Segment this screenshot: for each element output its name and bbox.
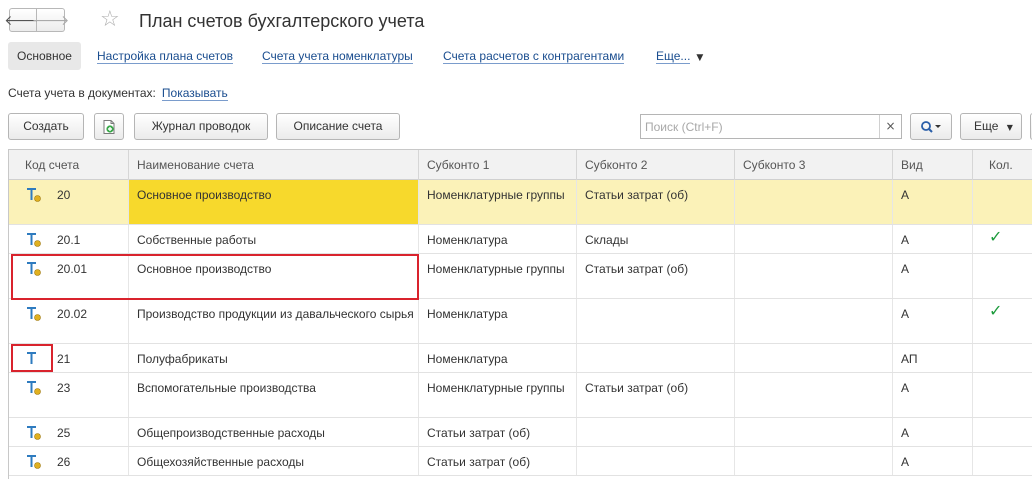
cell-sub1: Статьи затрат (об) [419, 418, 577, 446]
account-group-icon [27, 426, 41, 440]
tab-chart-settings-label: Настройка плана счетов [97, 49, 234, 64]
account-group-icon [27, 381, 41, 395]
page-title: План счетов бухгалтерского учета [139, 11, 425, 31]
cell-name: Общепроизводственные расходы [129, 418, 419, 446]
cell-sub2 [577, 299, 735, 343]
toolbar: Создать Журнал проводок Описание счета ×… [0, 113, 1032, 141]
cell-sub3 [735, 180, 893, 224]
cell-kind: АП [893, 344, 973, 372]
col-name[interactable]: Наименование счета [129, 150, 419, 180]
forward-button[interactable]: 🡒 [32, 8, 69, 32]
cell-kind: А [893, 180, 973, 224]
cell-sub3 [735, 418, 893, 446]
cell-name: Собственные работы [129, 225, 419, 253]
account-group-icon [27, 455, 41, 469]
cell-kind: А [893, 447, 973, 475]
check-icon: ✓ [989, 301, 1003, 320]
table-row[interactable]: 20.1 Собственные работы Номенклатура Склады… [9, 225, 1032, 254]
cell-sub2 [577, 344, 735, 372]
check-icon: ✓ [989, 227, 1003, 246]
cell-sub3 [735, 225, 893, 253]
cell-kind: А [893, 418, 973, 446]
tab-item-accounts-label: Счета учета номенклатуры [262, 49, 413, 64]
cell-sub3 [735, 299, 893, 343]
search-input[interactable] [641, 115, 879, 138]
favorite-star-icon[interactable]: ☆ [100, 8, 120, 32]
clear-icon[interactable]: × [879, 115, 901, 138]
col-qty[interactable]: Кол. [973, 150, 1032, 180]
doc-accounts-show-link[interactable]: Показывать [161, 86, 228, 101]
tab-counterparty-accounts-label: Счета расчетов с контрагентами [443, 49, 625, 64]
cell-sub2: Статьи затрат (об) [577, 373, 735, 417]
cell-name: Производство продукции из давальческого … [129, 299, 419, 343]
cell-sub3 [735, 254, 893, 298]
col-code[interactable]: Код счета [9, 150, 129, 180]
journal-entries-button[interactable]: Журнал проводок [134, 113, 268, 140]
arrow-right-icon: 🡒 [31, 12, 70, 29]
table-row[interactable]: 25 Общепроизводственные расходы Статьи зат… [9, 418, 1032, 447]
highlight-box-icon [11, 344, 53, 372]
cell-sub2 [577, 447, 735, 475]
cell-sub1: Номенклатура [419, 299, 577, 343]
copy-add-icon [103, 120, 115, 134]
cell-sub3 [735, 344, 893, 372]
cell-sub3 [735, 373, 893, 417]
cell-kind: А [893, 254, 973, 298]
col-subconto3[interactable]: Субконто 3 [735, 150, 893, 180]
account-group-icon [27, 233, 41, 247]
table-header: Код счета Наименование счета Субконто 1 … [9, 150, 1032, 180]
table-row[interactable]: 23 Вспомогательные производства Номенклату… [9, 373, 1032, 418]
chevron-down-icon: ▼ [696, 53, 704, 63]
search-icon [921, 121, 941, 133]
tab-counterparty-accounts[interactable]: Счета расчетов с контрагентами [443, 42, 625, 70]
tab-main[interactable]: Основное [8, 42, 81, 70]
col-kind[interactable]: Вид [893, 150, 973, 180]
tab-more[interactable]: Еще... ▼ [656, 42, 703, 70]
cell-name: Вспомогательные производства [129, 373, 419, 417]
doc-accounts-line: Счета учета в документах: Показывать [8, 86, 228, 101]
tab-chart-settings[interactable]: Настройка плана счетов [97, 42, 234, 70]
section-tabs: Основное Настройка плана счетов Счета уч… [0, 42, 1032, 72]
col-subconto2[interactable]: Субконто 2 [577, 150, 735, 180]
cell-sub1: Номенклатурные группы [419, 254, 577, 298]
more-button[interactable]: Еще ▼ [960, 113, 1022, 140]
cell-sub2: Статьи затрат (об) [577, 180, 735, 224]
cell-name: Основное производство [129, 180, 419, 224]
account-description-button[interactable]: Описание счета [276, 113, 400, 140]
cell-sub1: Статьи затрат (об) [419, 447, 577, 475]
cell-sub2 [577, 418, 735, 446]
highlight-box-row [11, 254, 419, 300]
chevron-down-icon: ▼ [1006, 123, 1013, 132]
accounts-table: Код счета Наименование счета Субконто 1 … [8, 149, 1032, 479]
cell-kind: А [893, 225, 973, 253]
tab-main-label: Основное [17, 49, 72, 63]
tab-more-label: Еще... [656, 49, 691, 64]
cell-name: Общехозяйственные расходы [129, 447, 419, 475]
doc-accounts-label: Счета учета в документах: [8, 86, 156, 100]
table-row[interactable]: 20.02 Производство продукции из давальчес… [9, 299, 1032, 344]
tab-item-accounts[interactable]: Счета учета номенклатуры [262, 42, 413, 70]
create-copy-button[interactable] [94, 113, 124, 140]
col-subconto1[interactable]: Субконто 1 [419, 150, 577, 180]
title-bar: 🡐 🡒 ☆ План счетов бухгалтерского учета [0, 0, 1032, 40]
cell-kind: А [893, 299, 973, 343]
cell-kind: А [893, 373, 973, 417]
table-row[interactable]: 20 Основное производство Номенклатурные гр… [9, 180, 1032, 225]
cell-sub1: Номенклатура [419, 344, 577, 372]
cell-name: Полуфабрикаты [129, 344, 419, 372]
search-box: × [640, 114, 902, 139]
cell-sub2: Статьи затрат (об) [577, 254, 735, 298]
cell-sub1: Номенклатура [419, 225, 577, 253]
cell-sub1: Номенклатурные группы [419, 180, 577, 224]
cell-sub1: Номенклатурные группы [419, 373, 577, 417]
table-row[interactable]: 21 Полуфабрикаты Номенклатура АП [9, 344, 1032, 373]
account-group-icon [27, 307, 41, 321]
table-row[interactable]: 26 Общехозяйственные расходы Статьи затрат… [9, 447, 1032, 476]
more-button-label: Еще [974, 119, 999, 133]
create-button[interactable]: Создать [8, 113, 84, 140]
search-button[interactable] [910, 113, 952, 140]
cell-sub2: Склады [577, 225, 735, 253]
cell-sub3 [735, 447, 893, 475]
account-group-icon [27, 188, 41, 202]
